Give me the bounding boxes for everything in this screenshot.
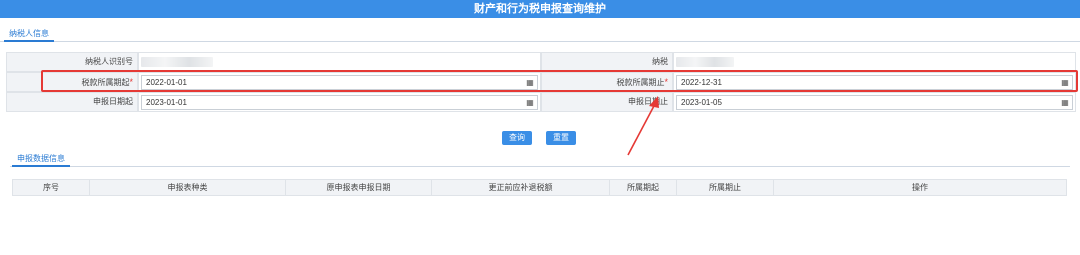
column-header: 操作 [912,183,928,192]
annotation-arrow-icon [627,96,659,156]
column-header: 所属期起 [610,180,677,195]
column-header: 原申报表申报日期 [286,180,432,195]
declaration-tab-bar: 申报数据信息 [10,151,1070,167]
column-header: 所属期止 [677,180,774,195]
column-header: 序号 [13,180,90,195]
query-button[interactable]: 查询 [502,131,532,145]
column-header: 更正前应补退税额 [432,180,610,195]
tab-declaration-data[interactable]: 申报数据信息 [12,151,70,167]
declaration-table-header: 序号 申报表种类 原申报表申报日期 更正前应补退税额 所属期起 所属期止 操作 [12,179,1067,196]
column-header: 申报表种类 [90,180,286,195]
reset-button[interactable]: 重置 [546,131,576,145]
